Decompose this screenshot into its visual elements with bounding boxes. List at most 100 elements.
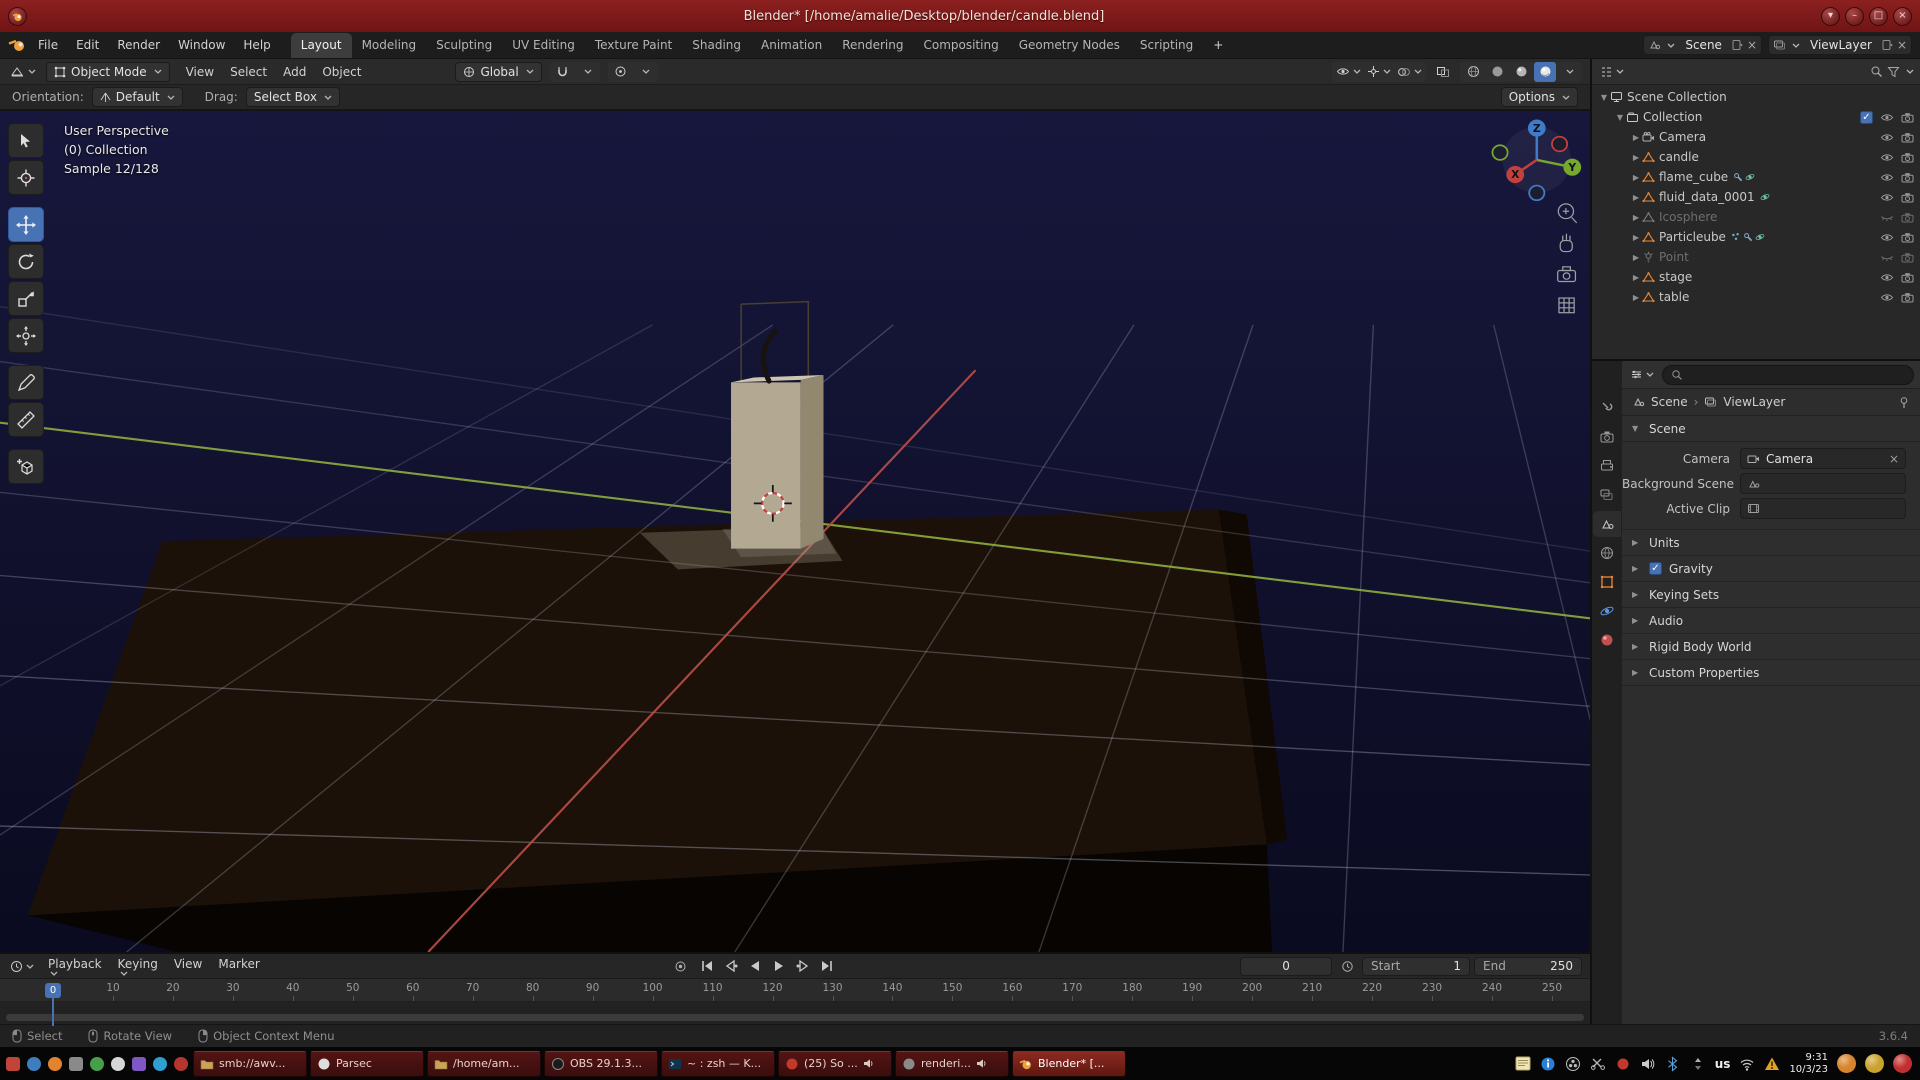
shading-wireframe-button[interactable] [1462,62,1484,82]
shade-button[interactable]: ▾ [1821,7,1840,26]
snap-options-dropdown[interactable] [576,62,598,82]
workspace-tab-compositing[interactable]: Compositing [913,33,1008,58]
menu-help[interactable]: Help [234,34,279,56]
properties-tab-tool[interactable] [1593,395,1621,421]
panel-header-units[interactable]: ▶Units [1622,530,1920,556]
disclosure-icon[interactable]: ▶ [1630,173,1642,182]
add-workspace-button[interactable]: + [1204,34,1232,56]
timeline-editor-type-button[interactable] [8,956,36,976]
play-reverse-button[interactable] [744,957,766,976]
minimize-button[interactable]: – [1845,7,1864,26]
render-visibility-icon[interactable] [1901,212,1914,223]
properties-tab-material[interactable] [1593,627,1621,653]
properties-tab-scene[interactable] [1593,511,1621,537]
render-visibility-icon[interactable] [1901,172,1914,183]
workspace-tab-shading[interactable]: Shading [682,33,751,58]
timeline-menu-view[interactable]: View [166,954,210,979]
transform-orientation-dropdown[interactable]: Global [455,62,541,82]
tray-wifi-icon[interactable] [1739,1056,1755,1072]
timeline-menu-keying[interactable]: Keying [110,954,166,979]
eye-icon[interactable] [1880,292,1894,303]
scene-name[interactable]: Scene [1679,38,1728,52]
tool-scale-button[interactable] [8,281,44,316]
render-visibility-icon[interactable] [1901,272,1914,283]
timeline-ruler[interactable]: 0102030405060708090100110120130140150160… [0,979,1590,1002]
properties-tab-world[interactable] [1593,540,1621,566]
clock[interactable]: 9:3110/3/23 [1789,1052,1828,1075]
tray-app-icon-3[interactable] [1893,1054,1912,1073]
eye-closed-icon[interactable] [1880,252,1894,263]
disclosure-icon[interactable]: ▶ [1630,193,1642,202]
properties-tab-render[interactable] [1593,424,1621,450]
launcher-icon-3[interactable] [46,1055,64,1073]
outliner-item-label[interactable]: Icosphere [1659,210,1717,224]
viewport-menu-select[interactable]: Select [222,62,275,82]
breadcrumb-scene[interactable]: Scene [1651,395,1688,409]
menu-window[interactable]: Window [169,34,234,56]
clear-camera-icon[interactable]: × [1889,452,1899,466]
launcher-icon-8[interactable] [151,1055,169,1073]
shading-rendered-button[interactable] [1534,62,1556,82]
outliner-item-label[interactable]: table [1659,290,1689,304]
auto-keying-toggle[interactable] [670,957,692,976]
launcher-icon-7[interactable] [130,1055,148,1073]
tray-obs-icon[interactable] [1565,1056,1581,1072]
window-menu-button[interactable] [8,7,27,26]
gizmo-axis-neg-z[interactable] [1529,186,1544,201]
disclosure-icon[interactable]: ▶ [1630,213,1642,222]
tray-volume-icon[interactable] [1640,1056,1656,1072]
viewport-menu-add[interactable]: Add [275,62,314,82]
panel-header-custom-properties[interactable]: ▶Custom Properties [1622,660,1920,686]
outliner-item-label[interactable]: Particleube [1659,230,1726,244]
disclosure-icon[interactable]: ▶ [1630,153,1642,162]
outliner-row-point[interactable]: ▶Point [1592,247,1920,267]
next-keyframe-button[interactable] [792,957,814,976]
collection-checkbox[interactable]: ✓ [1860,111,1873,124]
taskbar-window-7[interactable]: renderi... [895,1051,1009,1077]
end-frame-field[interactable]: End250 [1474,957,1582,976]
disclosure-icon[interactable]: ▶ [1630,253,1642,262]
proportional-options-dropdown[interactable] [634,62,656,82]
taskbar-window-3[interactable]: /home/am... [427,1051,541,1077]
render-visibility-icon[interactable] [1901,252,1914,263]
disclosure-icon[interactable]: ▼ [1598,93,1610,102]
unlink-scene-icon[interactable]: × [1747,38,1757,52]
shading-solid-button[interactable] [1486,62,1508,82]
workspace-tab-modeling[interactable]: Modeling [352,33,427,58]
render-visibility-icon[interactable] [1901,152,1914,163]
launcher-icon-5[interactable] [88,1055,106,1073]
jump-to-start-button[interactable] [696,957,718,976]
keyboard-layout-indicator[interactable]: us [1715,1057,1731,1071]
tool-add-cube-button[interactable] [8,449,44,484]
taskbar-window-5[interactable]: ~ : zsh — K... [661,1051,775,1077]
start-frame-field[interactable]: Start1 [1362,957,1470,976]
taskbar-window-1[interactable]: smb://awv... [193,1051,307,1077]
menu-edit[interactable]: Edit [67,34,108,56]
viewlayer-name[interactable]: ViewLayer [1804,38,1878,52]
panel-header-gravity[interactable]: ▶✓Gravity [1622,556,1920,582]
tray-scissors-icon[interactable] [1590,1056,1606,1072]
shading-options-dropdown[interactable] [1558,62,1580,82]
tray-notes-icon[interactable] [1515,1056,1531,1072]
workspace-tab-sculpting[interactable]: Sculpting [426,33,502,58]
outliner-row-camera[interactable]: ▶Camera [1592,127,1920,147]
tool-measure-button[interactable] [8,402,44,437]
timeline-menu-marker[interactable]: Marker [210,954,267,979]
maximize-button[interactable]: □ [1869,7,1888,26]
launcher-icon-4[interactable] [67,1055,85,1073]
workspace-tab-texture-paint[interactable]: Texture Paint [585,33,682,58]
viewport-menu-object[interactable]: Object [314,62,369,82]
outliner-row-candle[interactable]: ▶candle [1592,147,1920,167]
workspace-tab-scripting[interactable]: Scripting [1130,33,1203,58]
tool-annotate-button[interactable] [8,365,44,400]
outliner-item-label[interactable]: fluid_data_0001 [1659,190,1755,204]
xray-toggle[interactable] [1432,62,1454,82]
properties-tab-view-layer[interactable] [1593,482,1621,508]
eye-icon[interactable] [1880,272,1894,283]
disclosure-icon[interactable]: ▶ [1630,133,1642,142]
properties-tab-physics[interactable] [1593,598,1621,624]
taskbar-window-6[interactable]: (25) So ... [778,1051,892,1077]
tray-warning-icon[interactable] [1764,1056,1780,1072]
current-frame-field[interactable]: 0 [1240,957,1332,976]
chevron-down-icon[interactable] [1906,69,1914,74]
